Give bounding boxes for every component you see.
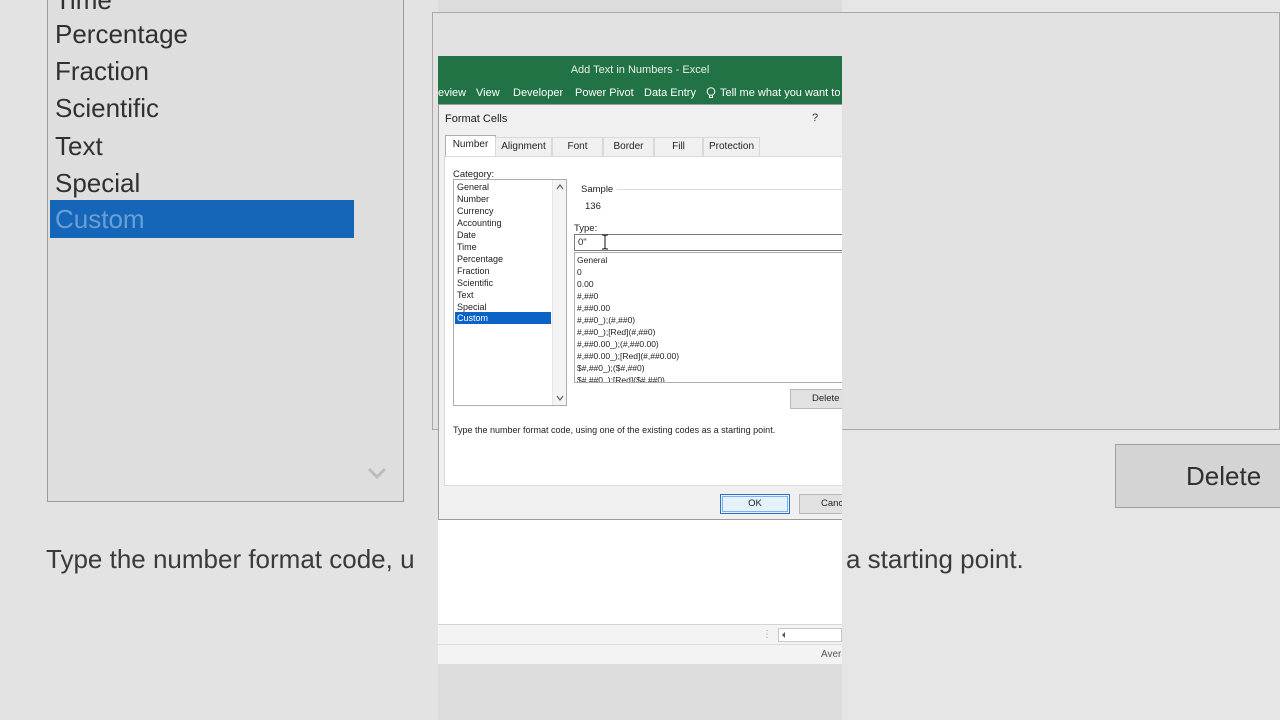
status-average: Avera xyxy=(821,649,842,660)
screen: Time Percentage Fraction Scientific Text… xyxy=(0,0,1280,720)
category-scrollbar[interactable] xyxy=(552,180,566,405)
status-bar: Avera xyxy=(438,644,842,664)
format-cells-dialog: Format Cells ? Number Alignment Font Bor… xyxy=(438,104,842,520)
backdrop-selected-label: Custom xyxy=(55,204,145,234)
type-input[interactable]: 0" xyxy=(574,234,842,251)
ok-button[interactable]: OK xyxy=(720,494,790,514)
delete-button[interactable]: Delete xyxy=(790,389,842,409)
category-item-time[interactable]: Time xyxy=(455,241,551,253)
type-label: Type: xyxy=(574,223,598,234)
ribbon-tab-view[interactable]: View xyxy=(476,87,500,99)
format-code-item[interactable]: #,##0.00_);(#,##0.00) xyxy=(577,338,659,350)
backdrop-help-text: Type the number format code, u xyxy=(46,544,415,574)
backdrop-help-text-right: a starting point. xyxy=(846,544,1024,574)
backdrop-selected-category: Custom xyxy=(50,200,354,238)
category-item-text[interactable]: Text xyxy=(455,289,551,301)
category-item-date[interactable]: Date xyxy=(455,229,551,241)
format-code-item[interactable]: #,##0 xyxy=(577,290,598,302)
category-list[interactable]: General Number Currency Accounting Date … xyxy=(453,179,567,406)
category-item-fraction[interactable]: Fraction xyxy=(455,265,551,277)
format-code-item[interactable]: #,##0_);[Red](#,##0) xyxy=(577,326,655,338)
text-cursor-icon xyxy=(601,234,609,250)
backdrop-category: Text xyxy=(55,131,103,161)
backdrop-category: Special xyxy=(55,168,141,198)
sample-label: Sample xyxy=(581,184,614,195)
category-item-custom[interactable]: Custom xyxy=(455,312,551,324)
lightbulb-icon xyxy=(704,86,718,100)
ribbon-tab-power-pivot[interactable]: Power Pivot xyxy=(575,87,634,99)
sample-divider xyxy=(617,189,842,190)
backdrop-delete-label: Delete xyxy=(1186,461,1262,491)
format-code-item[interactable]: $#,##0_);[Red]($#,##0) xyxy=(577,374,665,382)
backdrop-delete-button: Delete xyxy=(1115,444,1280,508)
tab-border[interactable]: Border xyxy=(603,137,654,157)
format-code-item[interactable]: 0.00 xyxy=(577,278,594,290)
ribbon-tab-developer[interactable]: Developer xyxy=(513,87,563,99)
category-item-accounting[interactable]: Accounting xyxy=(455,217,551,229)
help-text: Type the number format code, using one o… xyxy=(453,425,776,435)
title-bar: Add Text in Numbers - Excel xyxy=(438,56,842,84)
format-code-item[interactable]: #,##0.00_);[Red](#,##0.00) xyxy=(577,350,679,362)
sample-value: 136 xyxy=(585,201,601,212)
scroll-left-icon[interactable] xyxy=(778,628,790,642)
ribbon-tab-review[interactable]: eview xyxy=(438,87,466,99)
tab-number[interactable]: Number xyxy=(445,135,496,157)
format-code-item[interactable]: General xyxy=(577,254,607,266)
format-code-item[interactable]: #,##0_);(#,##0) xyxy=(577,314,635,326)
number-tab-panel: Category: General Number Currency Accoun… xyxy=(444,156,842,486)
backdrop-category: Fraction xyxy=(55,56,149,86)
cancel-button[interactable]: Cancel xyxy=(799,494,842,514)
ribbon-tabs: eview View Developer Power Pivot Data En… xyxy=(438,84,842,104)
window-title: Add Text in Numbers - Excel xyxy=(570,64,710,76)
ribbon-tab-data-entry[interactable]: Data Entry xyxy=(644,87,696,99)
excel-window: Add Text in Numbers - Excel eview View D… xyxy=(438,56,842,664)
category-item-general[interactable]: General xyxy=(455,181,551,193)
format-code-item[interactable]: #,##0.00 xyxy=(577,302,610,314)
scroll-down-icon[interactable] xyxy=(553,391,567,405)
format-code-item[interactable]: $#,##0_);($#,##0) xyxy=(577,362,645,374)
tell-me-search[interactable]: Tell me what you want to do xyxy=(720,87,842,99)
category-item-currency[interactable]: Currency xyxy=(455,205,551,217)
tab-protection[interactable]: Protection xyxy=(703,137,760,157)
backdrop-category: Scientific xyxy=(55,93,160,123)
tab-alignment[interactable]: Alignment xyxy=(495,137,552,157)
format-code-item[interactable]: 0 xyxy=(577,266,582,278)
category-item-scientific[interactable]: Scientific xyxy=(455,277,551,289)
tab-fill[interactable]: Fill xyxy=(654,137,703,157)
more-options-icon[interactable]: ⋮ xyxy=(762,629,772,640)
chevron-down-icon xyxy=(366,462,388,484)
scroll-up-icon[interactable] xyxy=(553,180,567,194)
tab-font[interactable]: Font xyxy=(552,137,603,157)
dialog-title: Format Cells xyxy=(445,113,508,125)
backdrop-category: Percentage xyxy=(55,19,188,49)
help-button[interactable]: ? xyxy=(812,112,818,124)
category-item-number[interactable]: Number xyxy=(455,193,551,205)
format-code-list[interactable]: General 0 0.00 #,##0 #,##0.00 #,##0_);(#… xyxy=(574,252,842,383)
backdrop-left: Time Percentage Fraction Scientific Text… xyxy=(0,0,438,720)
category-item-percentage[interactable]: Percentage xyxy=(455,253,551,265)
